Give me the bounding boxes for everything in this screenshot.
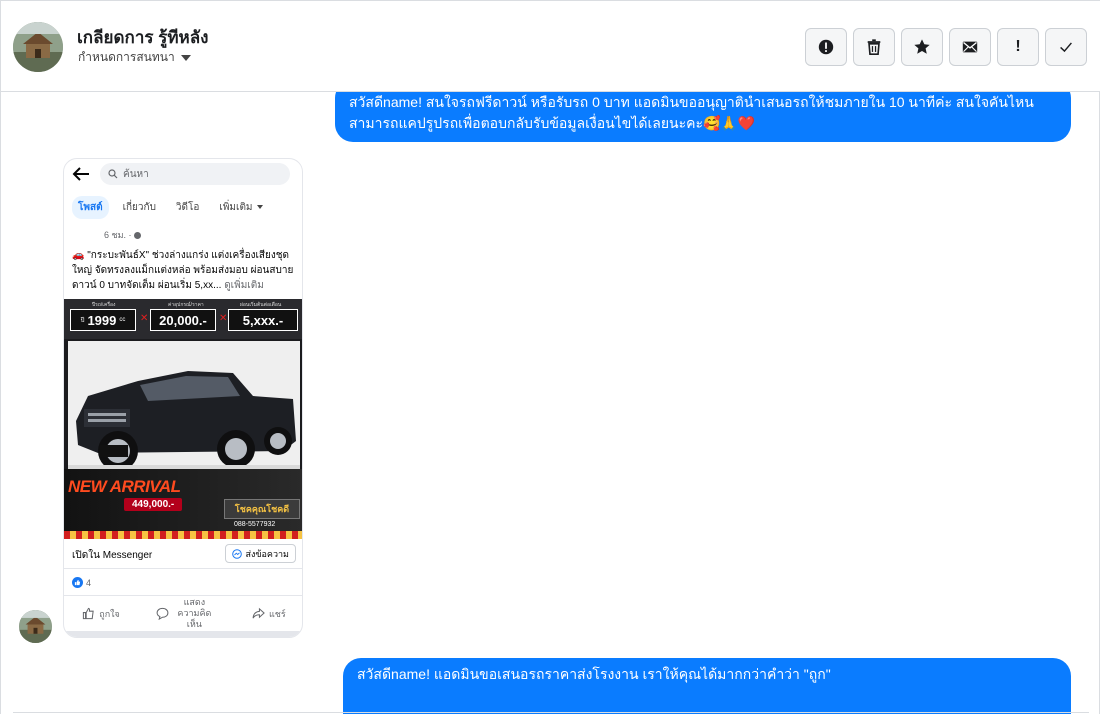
ad-year-value: 1999 xyxy=(87,312,117,328)
delete-button[interactable] xyxy=(853,28,895,66)
header-actions: ! xyxy=(805,28,1087,66)
composer-divider xyxy=(13,712,1089,713)
tab-about: เกี่ยวกับ xyxy=(122,201,156,213)
globe-icon xyxy=(134,232,142,240)
alert-circle-icon xyxy=(818,39,834,55)
message-text: สวัสดีname! แอดมินขอเสนอรถราคาส่งโรงงาน … xyxy=(357,666,831,682)
ad-mini-label-3: ผ่อนเริ่มต้นต่อเดือน xyxy=(240,302,282,308)
x-mark-icon: ✕ xyxy=(140,313,149,324)
tab-more-label: เพิ่มเติม xyxy=(219,201,253,213)
ad-phone-number: 088-5577932 xyxy=(234,521,276,528)
send-message-button: ส่งข้อความ xyxy=(225,544,296,563)
caret-down-icon xyxy=(256,205,263,209)
x-mark-icon: ✕ xyxy=(219,313,228,324)
message-text: สวัสดีname! สนใจรถฟรีดาวน์ หรือรับรถ 0 บ… xyxy=(349,94,1034,131)
share-action: แชร์ xyxy=(252,607,286,621)
like-label: ถูกใจ xyxy=(99,608,120,619)
message-thread[interactable]: สวัสดีname! สนใจรถฟรีดาวน์ หรือรับรถ 0 บ… xyxy=(1,92,1100,714)
caret-down-icon xyxy=(180,55,191,61)
like-reaction-icon xyxy=(72,577,83,588)
tab-videos: วิดีโอ xyxy=(175,201,200,213)
messenger-icon xyxy=(232,548,243,559)
like-action: ถูกใจ xyxy=(82,607,120,621)
open-in-messenger-row: เปิดใน Messenger ส่งข้อความ xyxy=(64,539,302,569)
search-icon xyxy=(108,169,118,179)
comment-icon xyxy=(156,607,169,620)
back-arrow-icon xyxy=(72,167,89,181)
contact-name[interactable]: เกลียดการ รู้ทีหลัง xyxy=(77,24,208,51)
ad-sale-price: 449,000.- xyxy=(124,498,183,511)
check-icon xyxy=(1060,42,1072,53)
messenger-window: เกลียดการ รู้ทีหลัง กำหนดการสนทนา ! สวัส… xyxy=(0,0,1100,714)
sender-avatar[interactable] xyxy=(19,610,52,643)
post-search-bar: ค้นหา xyxy=(64,159,302,189)
ad-price-down: 20,000.- xyxy=(150,309,216,331)
post-tabs: โพสต์ เกี่ยวกับ วิดีโอ เพิ่มเติม xyxy=(64,195,302,219)
see-more-link: ดูเพิ่มเติม xyxy=(224,280,264,291)
ad-stripe xyxy=(64,531,302,539)
mark-unread-button[interactable] xyxy=(949,28,991,66)
ad-year-unit: cc xyxy=(119,317,126,323)
pickup-truck-photo xyxy=(68,341,300,489)
priority-button[interactable]: ! xyxy=(997,28,1039,66)
trash-icon xyxy=(867,39,881,56)
pickup-truck-image xyxy=(68,341,300,489)
envelope-icon xyxy=(962,41,978,53)
star-button[interactable] xyxy=(901,28,943,66)
post-bottom-divider xyxy=(64,631,302,637)
tab-posts: โพสต์ xyxy=(72,195,109,219)
share-arrow-icon xyxy=(252,607,265,619)
ad-mini-label-1: ปีรถ/เครื่อง xyxy=(92,302,116,308)
star-icon xyxy=(914,39,930,54)
open-in-messenger-label: เปิดใน Messenger xyxy=(72,550,153,561)
post-timestamp: 6 ชม. · xyxy=(104,228,142,242)
outgoing-message[interactable]: สวัสดีname! สนใจรถฟรีดาวน์ หรือรับรถ 0 บ… xyxy=(335,92,1071,142)
send-message-label: ส่งข้อความ xyxy=(245,548,289,559)
post-time-text: 6 ชม. · xyxy=(104,230,135,240)
conversation-header: เกลียดการ รู้ทีหลัง กำหนดการสนทนา ! xyxy=(1,1,1100,92)
car-ad-graphic: ปีรถ/เครื่อง ค่าอุปกรณ์/ราคา ผ่อนเริ่มต้… xyxy=(64,299,302,539)
ad-price-year: ปี 1999 cc xyxy=(70,309,136,331)
new-arrival-text: NEW ARRIVAL xyxy=(68,477,181,496)
exclamation-icon: ! xyxy=(1015,38,1021,55)
search-placeholder: ค้นหา xyxy=(123,168,149,180)
contact-avatar[interactable] xyxy=(13,22,63,72)
post-body: 🚗 "กระบะพันธ์X" ช่วงล่างแกร่ง แต่งเครื่อ… xyxy=(72,248,300,293)
ad-mini-label-2: ค่าอุปกรณ์/ราคา xyxy=(168,302,204,308)
share-label: แชร์ xyxy=(268,608,286,619)
conversation-status-dropdown[interactable]: กำหนดการสนทนา xyxy=(78,48,191,67)
outgoing-message[interactable]: สวัสดีname! แอดมินขอเสนอรถราคาส่งโรงงาน … xyxy=(343,658,1071,714)
comment-label: แสดงความคิดเห็น xyxy=(177,597,212,629)
done-button[interactable] xyxy=(1045,28,1087,66)
post-action-bar: ถูกใจ แสดงความคิดเห็น แชร์ xyxy=(64,595,302,631)
post-search-field: ค้นหา xyxy=(100,163,290,185)
thumbs-up-icon xyxy=(83,607,94,620)
post-reactions: 4 xyxy=(72,577,91,588)
ad-promo-badge: โชคคุณโชคดี xyxy=(224,499,300,519)
shared-post-image[interactable]: ค้นหา โพสต์ เกี่ยวกับ วิดีโอ เพิ่มเติม 6… xyxy=(63,158,303,638)
conversation-status-label: กำหนดการสนทนา xyxy=(78,50,175,64)
report-button[interactable] xyxy=(805,28,847,66)
ad-price-monthly: 5,xxx.- xyxy=(228,309,298,331)
ad-year-prefix: ปี xyxy=(80,318,85,324)
heart-emoji: ❤️ xyxy=(737,115,756,131)
price-row: ปีรถ/เครื่อง ค่าอุปกรณ์/ราคา ผ่อนเริ่มต้… xyxy=(64,299,302,339)
reaction-count: 4 xyxy=(86,577,92,588)
comment-action: แสดงความคิดเห็น xyxy=(156,597,215,630)
tab-more: เพิ่มเติม xyxy=(213,196,268,219)
